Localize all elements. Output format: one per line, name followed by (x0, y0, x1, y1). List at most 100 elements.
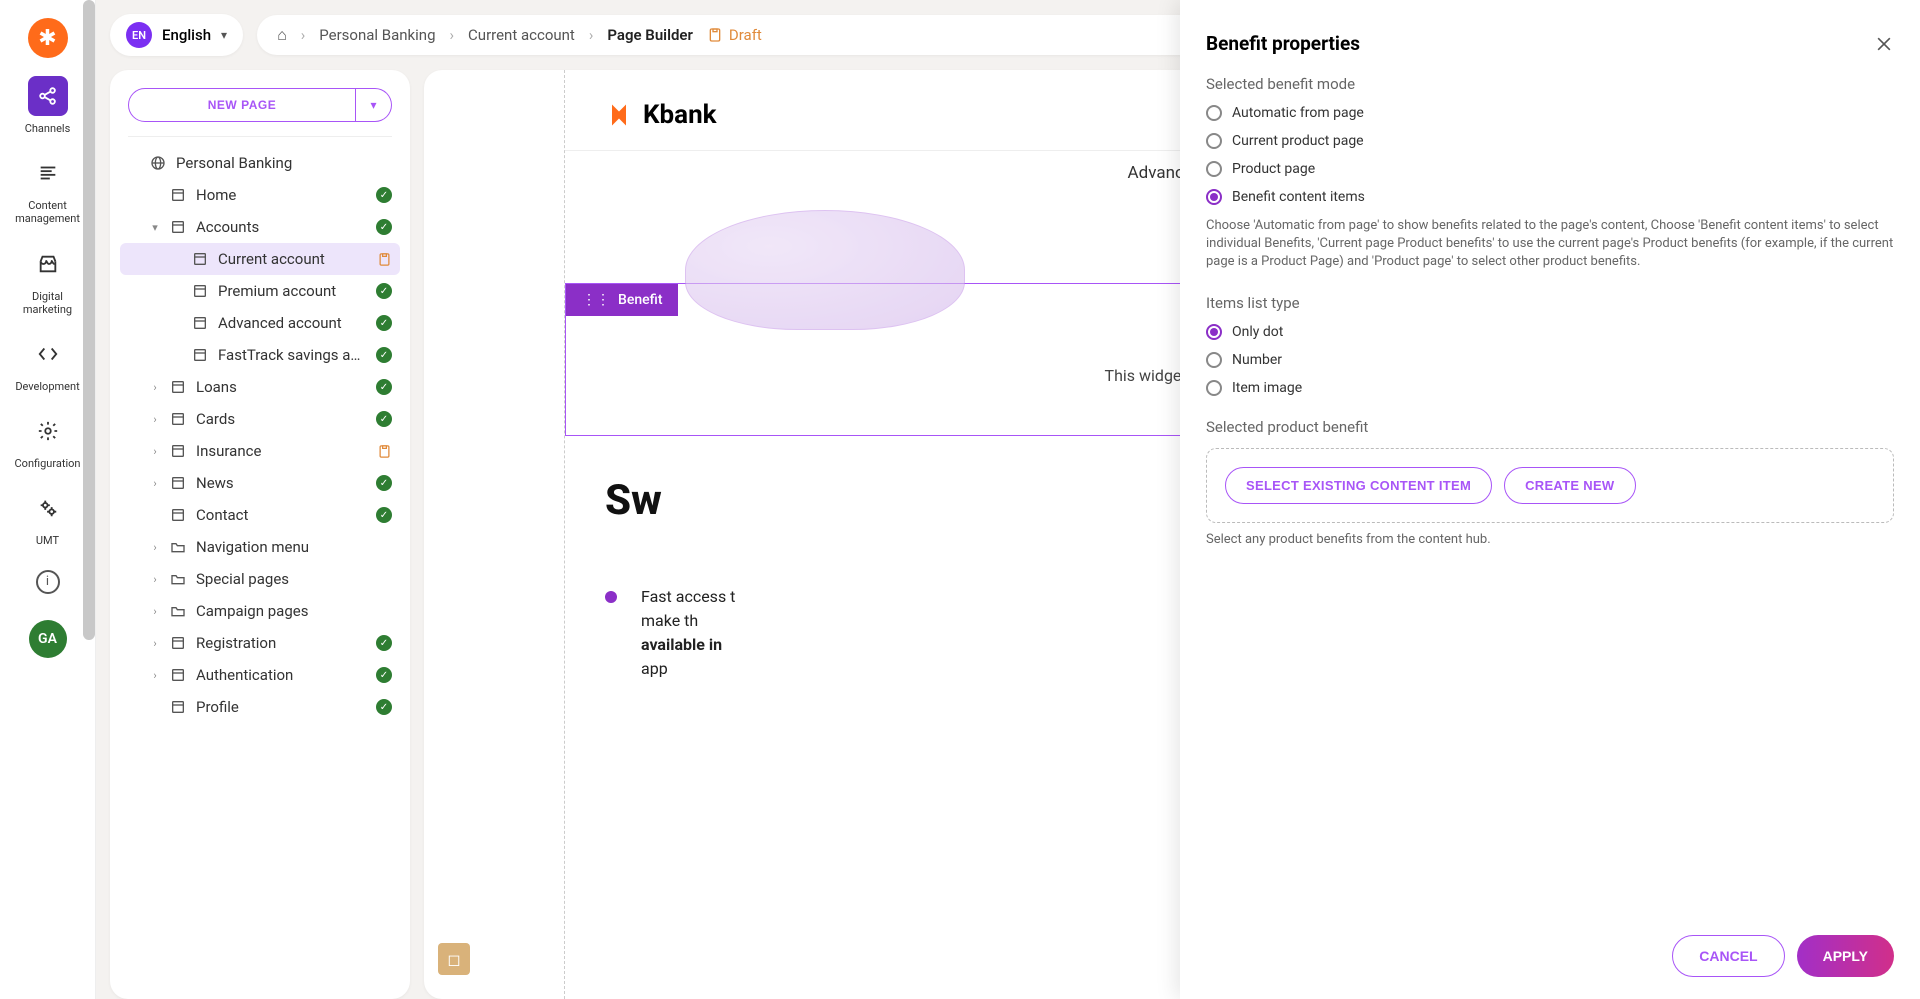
page-icon (192, 283, 210, 299)
rail-channels[interactable]: Channels (8, 76, 88, 135)
tree-row[interactable]: Advanced account ✓ (120, 307, 400, 339)
tree-row[interactable]: › Navigation menu (120, 531, 400, 563)
rail-configuration[interactable]: Configuration (8, 411, 88, 470)
page-icon (170, 443, 188, 459)
status-published-icon: ✓ (376, 411, 392, 427)
tree-label: Advanced account (218, 314, 368, 332)
breadcrumb-item[interactable]: Personal Banking (319, 26, 435, 44)
apply-button[interactable]: APPLY (1797, 935, 1894, 977)
tree-row[interactable]: Contact✓ (120, 499, 400, 531)
rail-development[interactable]: Development (8, 334, 88, 393)
gears-icon (28, 488, 68, 528)
mode-help-text: Choose 'Automatic from page' to show ben… (1206, 217, 1894, 272)
rail-content-mgmt[interactable]: Content management (8, 153, 88, 225)
page-icon (170, 699, 188, 715)
new-page-dropdown[interactable]: ▾ (356, 88, 392, 122)
tree-row[interactable]: Current account (120, 243, 400, 275)
expand-icon[interactable]: › (148, 669, 162, 682)
radio-icon (1206, 133, 1222, 149)
properties-panel: Benefit properties Selected benefit mode… (1180, 0, 1920, 999)
site-logo[interactable]: Kbank (605, 100, 717, 130)
create-new-button[interactable]: CREATE NEW (1504, 467, 1635, 504)
status-published-icon: ✓ (376, 347, 392, 363)
app-logo[interactable]: ✱ (28, 18, 68, 58)
info-icon[interactable]: i (36, 570, 60, 594)
avatar[interactable]: GA (29, 620, 67, 658)
page-icon (170, 635, 188, 651)
benefit-mode-option[interactable]: Current product page (1206, 133, 1894, 149)
tree-label: Navigation menu (196, 538, 392, 556)
code-icon (28, 334, 68, 374)
tree-row[interactable]: ›Authentication✓ (120, 659, 400, 691)
rail-label: Development (15, 380, 79, 393)
tree-row[interactable]: ›Insurance (120, 435, 400, 467)
select-existing-button[interactable]: SELECT EXISTING CONTENT ITEM (1225, 467, 1492, 504)
expand-icon[interactable]: ▾ (148, 221, 162, 234)
breadcrumb-item[interactable]: Current account (468, 26, 575, 44)
tree-label: Profile (196, 698, 368, 716)
tree-label: Current account (218, 250, 368, 268)
expand-icon[interactable]: › (148, 413, 162, 426)
page-icon (170, 475, 188, 491)
tree-label: Special pages (196, 570, 392, 588)
tree-row[interactable]: ›Loans✓ (120, 371, 400, 403)
widget-handle[interactable]: ⋮⋮ Benefit (566, 284, 678, 316)
expand-icon[interactable]: › (148, 541, 162, 554)
tree-row[interactable]: Profile✓ (120, 691, 400, 723)
tree-label: News (196, 474, 368, 492)
expand-icon[interactable]: › (148, 637, 162, 650)
status-published-icon: ✓ (376, 315, 392, 331)
expand-icon[interactable]: › (148, 573, 162, 586)
tree-row[interactable]: FastTrack savings account✓ (120, 339, 400, 371)
selected-help-text: Select any product benefits from the con… (1206, 531, 1894, 549)
benefit-mode-option[interactable]: Product page (1206, 161, 1894, 177)
tree-row[interactable]: › Cards ✓ (120, 403, 400, 435)
list-type-option[interactable]: Number (1206, 352, 1894, 368)
page-icon (170, 187, 188, 203)
page-icon (192, 251, 210, 267)
page-icon (170, 667, 188, 683)
expand-icon[interactable]: › (148, 381, 162, 394)
lang-badge: EN (126, 22, 152, 48)
tree-label: Cards (196, 410, 368, 428)
rail-scrollbar[interactable] (83, 0, 95, 640)
close-button[interactable] (1874, 34, 1894, 54)
tree-row[interactable]: › Special pages (120, 563, 400, 595)
shop-icon (28, 244, 68, 284)
rail-label: UMT (36, 534, 59, 547)
list-type-option[interactable]: Only dot (1206, 324, 1894, 340)
list-type-option[interactable]: Item image (1206, 380, 1894, 396)
rail-digital-marketing[interactable]: Digital marketing (8, 244, 88, 316)
expand-icon[interactable]: › (148, 605, 162, 618)
canvas-toggle-button[interactable]: ◻ (438, 943, 470, 975)
rail-label: Channels (25, 122, 71, 135)
tree-row[interactable]: ›Registration✓ (120, 627, 400, 659)
status-published-icon: ✓ (376, 667, 392, 683)
home-icon[interactable]: ⌂ (277, 25, 287, 45)
page-icon (170, 411, 188, 427)
tree-row[interactable]: ›News✓ (120, 467, 400, 499)
page-icon (170, 507, 188, 523)
status-published-icon: ✓ (376, 219, 392, 235)
tree-row[interactable]: Premium account✓ (120, 275, 400, 307)
tree-label: Accounts (196, 218, 368, 236)
benefit-text: Fast access t make th available in app (641, 585, 735, 681)
new-page-button[interactable]: NEW PAGE (128, 88, 356, 122)
benefit-mode-option[interactable]: Automatic from page (1206, 105, 1894, 121)
expand-icon[interactable]: › (148, 445, 162, 458)
radio-label: Product page (1232, 161, 1315, 177)
page-icon (192, 347, 210, 363)
tree-row[interactable]: ›Campaign pages (120, 595, 400, 627)
tree-row[interactable]: Personal Banking (120, 147, 400, 179)
tree-label: Premium account (218, 282, 368, 300)
language-switcher[interactable]: EN English ▾ (110, 14, 243, 56)
rail-label: Configuration (15, 457, 81, 470)
cancel-button[interactable]: CANCEL (1672, 935, 1784, 977)
radio-icon (1206, 189, 1222, 205)
tree-label: Personal Banking (176, 154, 392, 172)
tree-row[interactable]: ▾ Accounts ✓ (120, 211, 400, 243)
tree-row[interactable]: Home✓ (120, 179, 400, 211)
expand-icon[interactable]: › (148, 477, 162, 490)
benefit-mode-option[interactable]: Benefit content items (1206, 189, 1894, 205)
rail-umt[interactable]: UMT (8, 488, 88, 547)
